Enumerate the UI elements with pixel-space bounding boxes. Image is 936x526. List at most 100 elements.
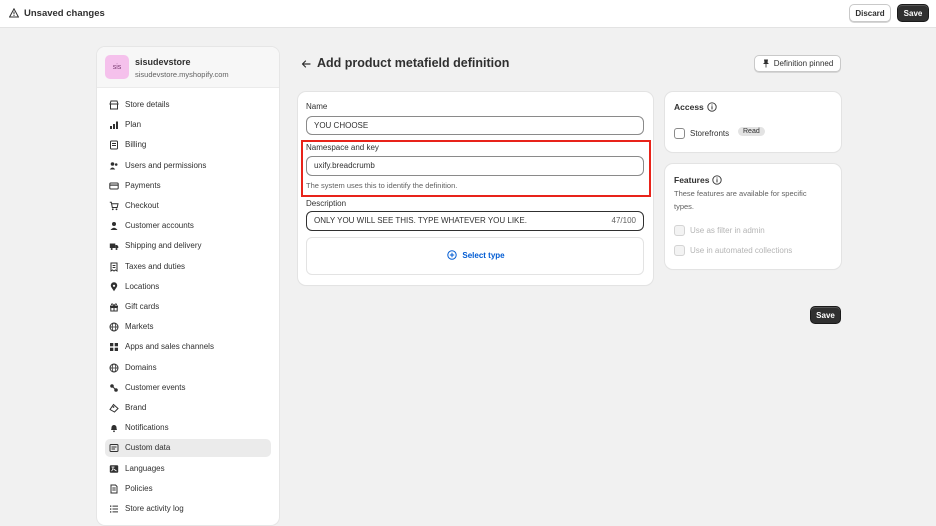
sidebar-item-billing[interactable]: Billing — [105, 136, 271, 154]
unsaved-changes-bar: Unsaved changes Discard Save — [0, 0, 936, 28]
name-value: YOU CHOOSE — [314, 121, 369, 130]
store-url: sisudevstore.myshopify.com — [135, 70, 229, 79]
taxes-icon — [110, 262, 118, 272]
plus-circle-icon — [447, 250, 458, 260]
language-icon — [109, 464, 119, 473]
sidebar-item-apps-and-sales-channels[interactable]: Apps and sales channels — [105, 338, 271, 356]
sidebar-item-label: Notifications — [125, 423, 169, 433]
sidebar-item-label: Plan — [125, 120, 142, 130]
sidebar-item-markets[interactable]: Markets — [105, 318, 271, 336]
plan-chart-icon — [110, 121, 118, 130]
store-name: sisudevstore — [135, 57, 191, 67]
sidebar-item-label: Markets — [125, 322, 154, 332]
sidebar-item-label: Taxes and duties — [125, 261, 186, 271]
list-icon — [110, 505, 118, 513]
sidebar-item-plan[interactable]: Plan — [105, 116, 271, 134]
read-badge: Read — [738, 127, 765, 136]
info-icon[interactable] — [707, 102, 717, 112]
unsaved-changes-title: Unsaved changes — [24, 8, 105, 19]
sidebar-item-label: Languages — [125, 463, 165, 473]
description-char-count: 47/100 — [611, 216, 636, 225]
store-icon — [109, 100, 119, 110]
collections-label: Use in automated collections — [690, 246, 793, 255]
sidebar-item-label: Checkout — [125, 201, 159, 210]
access-card — [665, 92, 841, 152]
access-title: Access — [674, 102, 704, 112]
sidebar-item-label: Shipping and delivery — [125, 241, 202, 251]
store-avatar: sis — [105, 55, 129, 79]
sidebar-item-label: Brand — [125, 403, 147, 412]
bell-icon — [111, 425, 117, 433]
storefronts-label: Storefronts — [690, 129, 730, 138]
sidebar-item-languages[interactable]: Languages — [105, 460, 271, 478]
sidebar-item-label: Payments — [125, 180, 161, 190]
sidebar-item-brand[interactable]: Brand — [105, 399, 271, 417]
policies-icon — [110, 484, 118, 494]
select-type-label: Select type — [462, 250, 505, 260]
apps-icon — [110, 343, 118, 352]
sidebar-item-custom-data[interactable]: Custom data — [105, 439, 271, 458]
sidebar-item-policies[interactable]: Policies — [105, 480, 271, 498]
name-label: Name — [306, 102, 328, 111]
definition-pinned-button[interactable]: Definition pinned — [754, 55, 841, 72]
sidebar-item-domains[interactable]: Domains — [105, 359, 271, 377]
globe-icon — [109, 322, 119, 332]
sidebar-item-label: Users and permissions — [125, 160, 207, 170]
billing-icon — [110, 140, 118, 150]
discard-button[interactable]: Discard — [849, 4, 891, 22]
sidebar-item-customer-accounts[interactable]: Customer accounts — [105, 217, 271, 235]
select-type-box[interactable]: Select type — [306, 237, 644, 275]
info-icon[interactable] — [712, 175, 722, 185]
sidebar-item-notifications[interactable]: Notifications — [105, 419, 271, 437]
sidebar-item-users-and-permissions[interactable]: Users and permissions — [105, 157, 271, 175]
users-icon — [109, 161, 118, 170]
filter-checkbox[interactable] — [674, 225, 685, 236]
sidebar-item-label: Domains — [125, 362, 157, 372]
warning-icon — [9, 8, 19, 18]
custom-data-icon — [109, 444, 119, 453]
brand-icon — [109, 403, 119, 413]
namespace-highlight-box — [301, 140, 651, 197]
sidebar-item-label: Customer accounts — [125, 221, 194, 231]
save-button-bottom[interactable]: Save — [810, 306, 841, 324]
sidebar-item-checkout[interactable]: Checkout — [105, 197, 271, 215]
person-icon — [110, 222, 118, 231]
sidebar-item-locations[interactable]: Locations — [105, 278, 271, 296]
settings-sidebar: sis sisudevstore sisudevstore.myshopify.… — [97, 47, 279, 525]
globe-icon — [109, 363, 119, 373]
definition-pinned-label: Definition pinned — [773, 59, 834, 68]
sidebar-item-gift-cards[interactable]: Gift cards — [105, 298, 271, 316]
features-title: Features — [674, 175, 710, 185]
sidebar-item-label: Gift cards — [125, 302, 160, 311]
cart-icon — [109, 201, 119, 211]
sidebar-item-payments[interactable]: Payments — [105, 177, 271, 195]
sidebar-item-label: Store details — [125, 100, 170, 109]
sidebar-item-taxes-and-duties[interactable]: Taxes and duties — [105, 258, 271, 276]
sidebar-item-store-details[interactable]: Store details — [105, 96, 271, 114]
storefronts-checkbox[interactable] — [674, 128, 685, 139]
sidebar-item-customer-events[interactable]: Customer events — [105, 379, 271, 397]
filter-label: Use as filter in admin — [690, 226, 765, 235]
sidebar-item-label: Policies — [125, 483, 153, 493]
description-value: ONLY YOU WILL SEE THIS. TYPE WHATEVER YO… — [314, 216, 527, 225]
sidebar-item-shipping-and-delivery[interactable]: Shipping and delivery — [105, 237, 271, 255]
description-label: Description — [306, 199, 347, 208]
payments-icon — [109, 182, 119, 190]
sidebar-item-label: Billing — [125, 140, 147, 150]
store-header[interactable]: sis sisudevstore sisudevstore.myshopify.… — [97, 47, 279, 88]
description-field[interactable]: ONLY YOU WILL SEE THIS. TYPE WHATEVER YO… — [306, 211, 644, 231]
truck-icon — [109, 243, 119, 251]
events-icon — [110, 383, 118, 392]
back-arrow-icon[interactable] — [300, 58, 312, 70]
collections-checkbox[interactable] — [674, 245, 685, 256]
name-field[interactable]: YOU CHOOSE — [306, 116, 644, 135]
sidebar-item-store-activity-log[interactable]: Store activity log — [105, 500, 271, 518]
sidebar-item-label: Custom data — [125, 443, 171, 453]
save-button[interactable]: Save — [897, 4, 929, 22]
pin-icon — [762, 59, 769, 68]
sidebar-item-label: Store activity log — [125, 504, 184, 513]
sidebar-item-label: Locations — [125, 281, 160, 291]
sidebar-item-label: Customer events — [125, 382, 186, 392]
location-pin-icon — [110, 282, 118, 291]
features-description: These features are available for specifi… — [674, 189, 807, 211]
